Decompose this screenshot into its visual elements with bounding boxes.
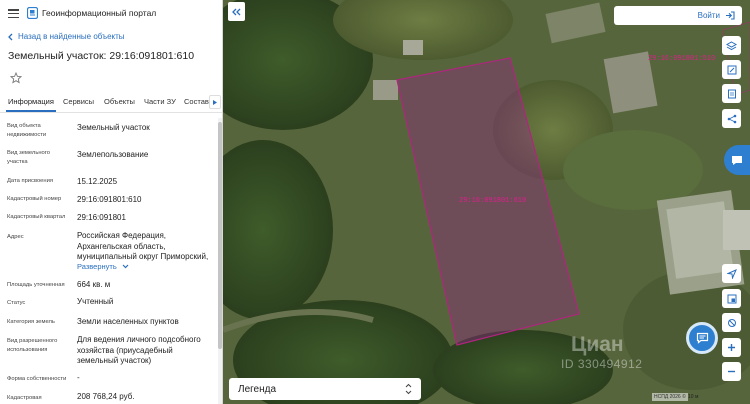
- active-tab-indicator: [6, 110, 56, 112]
- layers-icon: [726, 40, 737, 50]
- login-icon: [726, 11, 735, 20]
- expand-label: Развернуть: [77, 262, 117, 271]
- login-button[interactable]: Войти: [614, 6, 742, 25]
- field-value: Учтенный: [77, 297, 114, 306]
- menu-icon[interactable]: [8, 9, 19, 18]
- triangle-right-icon: [213, 99, 217, 105]
- collapse-panel-button[interactable]: [228, 2, 245, 21]
- field-value: Землепользование: [77, 150, 149, 159]
- field-label: Статус: [7, 300, 26, 306]
- watermark-id: ID 330494912: [561, 357, 643, 371]
- field-value: Земли населенных пунктов: [77, 317, 179, 326]
- location-arrow-icon: [726, 268, 737, 279]
- field-label: Категория земель: [7, 319, 55, 325]
- back-link[interactable]: Назад в найденные объекты: [8, 32, 125, 41]
- field-label: Кадастровый номер: [7, 196, 62, 202]
- portal-logo-icon: [27, 7, 38, 19]
- scale-bar: 10 м: [688, 394, 699, 400]
- satellite-icon: [727, 318, 736, 327]
- geolocate-button[interactable]: [722, 264, 741, 283]
- field-label: Площадь уточненная: [7, 282, 65, 288]
- minimap-icon: [727, 294, 736, 303]
- map-view[interactable]: 29:16:091801:610 29:16:091801:510 Циан I…: [223, 0, 750, 404]
- zoom-in-button[interactable]: [722, 338, 741, 357]
- field-value: Для ведения личного подсобного хозяйства…: [77, 335, 201, 365]
- field-label: Вид разрешенного использования: [7, 338, 58, 353]
- updown-chevron-icon: [405, 383, 412, 395]
- print-icon: [727, 89, 736, 98]
- print-button[interactable]: [722, 84, 741, 103]
- tab-info[interactable]: Информация: [8, 97, 54, 106]
- chat-icon: [696, 332, 708, 344]
- top-bar: Геоинформационный портал: [0, 0, 222, 28]
- zoom-in-icon: [728, 344, 735, 351]
- share-icon: [727, 114, 736, 123]
- favorite-star-icon[interactable]: [10, 72, 22, 84]
- login-label: Войти: [697, 11, 720, 20]
- legend-label: Легенда: [238, 384, 277, 395]
- tab-objects[interactable]: Объекты: [104, 97, 135, 106]
- field-label: Кадастровый квартал: [7, 214, 66, 220]
- edit-icon: [727, 65, 736, 74]
- field-label: Дата присвоения: [7, 178, 53, 184]
- field-value: 29:16:091801: [77, 213, 126, 222]
- satellite-button[interactable]: [722, 313, 741, 332]
- back-link-label: Назад в найденные объекты: [18, 32, 125, 41]
- field-value: Земельный участок: [77, 123, 150, 132]
- assistant-side-tab[interactable]: [724, 145, 750, 175]
- field-label: Адрес: [7, 234, 24, 240]
- legend-dropdown[interactable]: Легенда: [229, 378, 421, 400]
- chat-button[interactable]: [686, 322, 718, 354]
- attributes-list: Вид объекта недвижимости Земельный участ…: [0, 118, 215, 404]
- tab-bar: Информация Сервисы Объекты Части ЗУ Сост…: [0, 93, 222, 113]
- tabs-next-button[interactable]: [209, 95, 221, 109]
- edit-button[interactable]: [722, 60, 741, 79]
- zoom-out-button[interactable]: [722, 362, 741, 381]
- field-label: Кадастровая: [7, 395, 42, 401]
- share-button[interactable]: [722, 109, 741, 128]
- field-label: Вид земельного участка: [7, 150, 50, 165]
- double-chevron-left-icon: [232, 8, 241, 15]
- tab-parts[interactable]: Части ЗУ: [144, 97, 176, 106]
- watermark-text: Циан: [571, 333, 624, 356]
- app-title: Геоинформационный портал: [42, 8, 157, 18]
- field-value: 29:16:091801:610: [77, 195, 142, 204]
- parcel-map-label[interactable]: 29:16:091801:610: [459, 197, 526, 205]
- info-panel: Геоинформационный портал Назад в найденн…: [0, 0, 223, 404]
- field-label: Вид объекта недвижимости: [7, 123, 47, 138]
- scrollbar[interactable]: [217, 118, 222, 404]
- field-value: 208 768,24 руб.: [77, 392, 135, 401]
- map-attribution: НСПД 2026 ©: [652, 393, 688, 401]
- chevron-down-icon: [122, 264, 129, 269]
- page-title: Земельный участок: 29:16:091801:610: [8, 50, 195, 62]
- scrollbar-thumb[interactable]: [218, 122, 222, 349]
- minimap-button[interactable]: [722, 289, 741, 308]
- zoom-out-icon: [728, 370, 735, 373]
- chevron-left-icon: [8, 33, 13, 40]
- neighbor-parcel-map-label[interactable]: 29:16:091801:510: [648, 55, 715, 63]
- field-value: -: [77, 373, 80, 382]
- field-value: 664 кв. м: [77, 280, 111, 289]
- tab-services[interactable]: Сервисы: [63, 97, 94, 106]
- field-value: 15.12.2025: [77, 177, 118, 186]
- field-label: Форма собственности: [7, 376, 67, 382]
- tab-composition[interactable]: Состав: [184, 97, 209, 106]
- chat-bubble-icon: [732, 156, 742, 165]
- field-value: Российская Федерация, Архангельская обла…: [77, 231, 209, 261]
- expand-address-link[interactable]: Развернуть: [77, 262, 212, 273]
- layers-button[interactable]: [722, 36, 741, 55]
